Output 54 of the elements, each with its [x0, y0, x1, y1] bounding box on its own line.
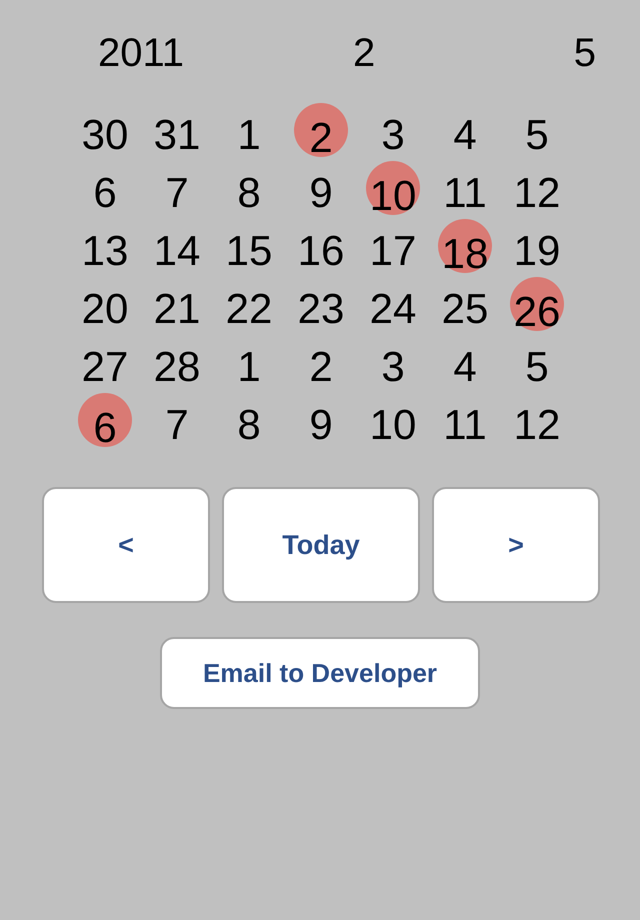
day-number[interactable]: 11: [443, 164, 487, 222]
day-number[interactable]: 7: [165, 396, 189, 454]
day-number[interactable]: 12: [514, 396, 560, 454]
day-number[interactable]: 13: [82, 222, 128, 280]
day-number[interactable]: 4: [453, 106, 477, 164]
day-number[interactable]: 3: [381, 338, 405, 396]
day-number[interactable]: 19: [514, 222, 560, 280]
day-number[interactable]: 2: [309, 338, 333, 396]
day-number[interactable]: 24: [370, 280, 416, 338]
day-number[interactable]: 18: [442, 228, 488, 280]
day-number[interactable]: 4: [453, 338, 477, 396]
highlight-circle: [438, 219, 492, 273]
day-number[interactable]: 10: [370, 396, 416, 454]
day-number[interactable]: 1: [237, 106, 261, 164]
day-number[interactable]: 14: [154, 222, 200, 280]
day-number[interactable]: 28: [154, 338, 200, 396]
day-number[interactable]: 10: [370, 170, 416, 222]
today-button[interactable]: Today: [222, 487, 420, 603]
highlight-circle: [366, 161, 420, 215]
day-number[interactable]: 26: [514, 286, 560, 338]
day-number[interactable]: 25: [442, 280, 488, 338]
day-label: 5: [574, 30, 596, 77]
year-label: 2011: [98, 30, 184, 77]
highlight-circle: [78, 393, 132, 447]
day-number[interactable]: 3: [381, 106, 405, 164]
day-number[interactable]: 9: [309, 164, 333, 222]
day-number[interactable]: 6: [93, 402, 117, 454]
day-number[interactable]: 2: [309, 112, 333, 164]
previous-button[interactable]: <: [42, 487, 210, 603]
next-button[interactable]: >: [432, 487, 600, 603]
day-number[interactable]: 15: [226, 222, 272, 280]
day-number[interactable]: 31: [154, 106, 200, 164]
day-number[interactable]: 11: [443, 396, 487, 454]
highlight-circle: [510, 277, 564, 331]
day-number[interactable]: 8: [237, 396, 261, 454]
day-number[interactable]: 16: [298, 222, 344, 280]
day-number[interactable]: 27: [82, 338, 128, 396]
day-number[interactable]: 20: [82, 280, 128, 338]
email-button[interactable]: Email to Developer: [160, 637, 480, 709]
day-number[interactable]: 30: [82, 106, 128, 164]
day-number[interactable]: 17: [370, 222, 416, 280]
month-label: 2: [353, 30, 376, 77]
day-number[interactable]: 5: [525, 106, 549, 164]
highlight-circle: [294, 103, 348, 157]
day-number[interactable]: 6: [93, 164, 117, 222]
day-number[interactable]: 22: [226, 280, 272, 338]
day-number[interactable]: 5: [525, 338, 549, 396]
day-number[interactable]: 9: [309, 396, 333, 454]
day-number[interactable]: 7: [165, 164, 189, 222]
day-number[interactable]: 1: [237, 338, 261, 396]
day-number[interactable]: 21: [154, 280, 200, 338]
day-number[interactable]: 23: [298, 280, 344, 338]
day-number[interactable]: 8: [237, 164, 261, 222]
day-number[interactable]: 12: [514, 164, 560, 222]
